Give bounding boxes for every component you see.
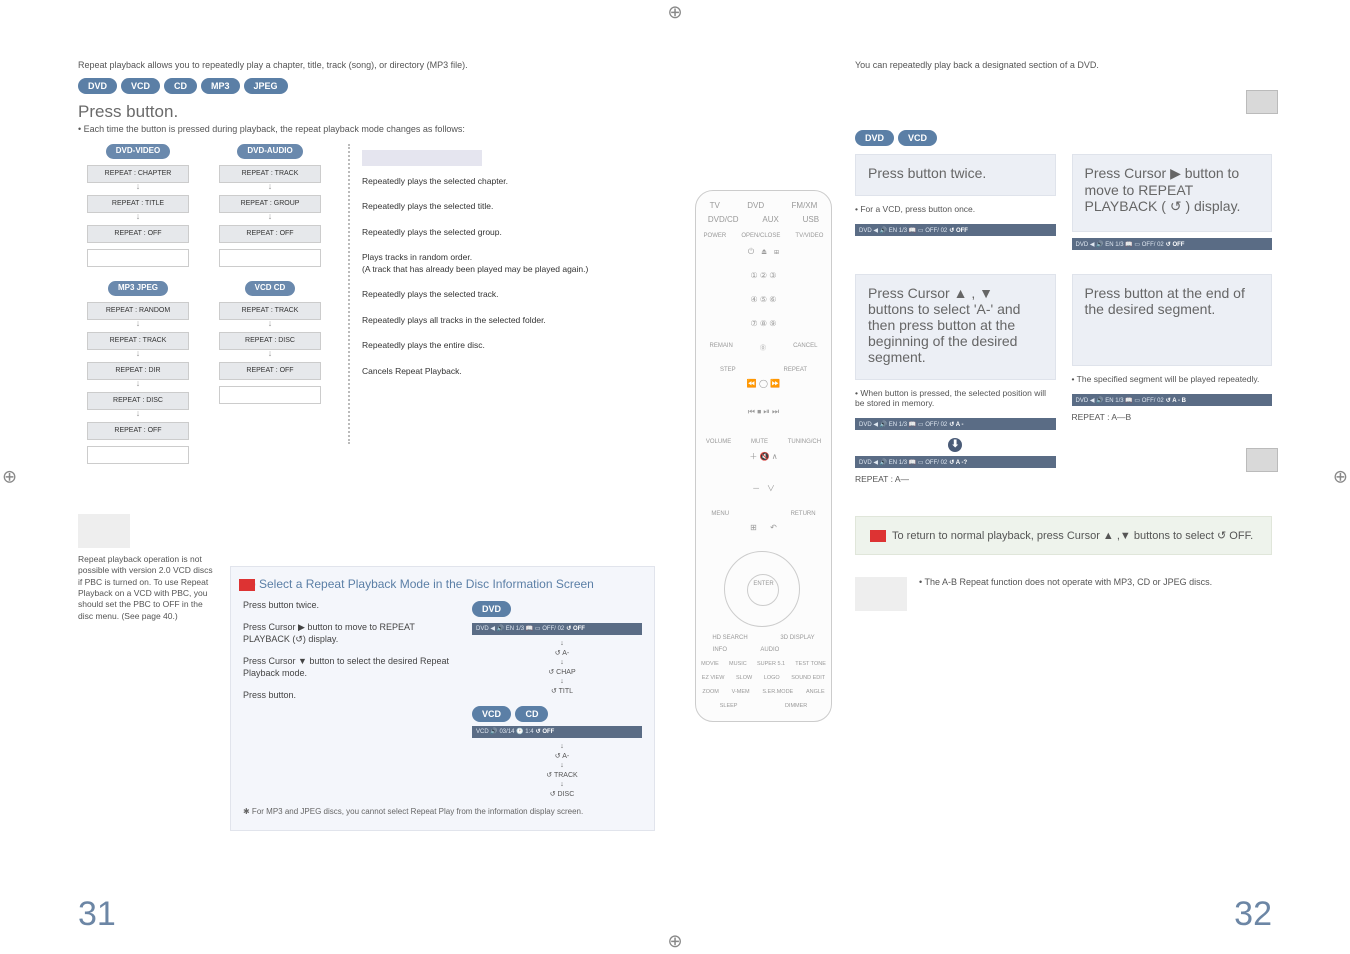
desc-chapter: Repeatedly plays the selected chapter. bbox=[362, 176, 655, 187]
osd-bar-step4: DVD ◀ 🔊 EN 1/3 📖 ▭ OFF/ 02↺ A - B bbox=[1072, 394, 1273, 406]
step-1-title: Press button twice. bbox=[868, 165, 1043, 181]
desc-disc: Repeatedly plays the entire disc. bbox=[362, 340, 655, 351]
step-4-card: Press button at the end of the desired s… bbox=[1072, 274, 1273, 366]
desc-folder: Repeatedly plays all tracks in the selec… bbox=[362, 315, 655, 326]
flow-loop-box bbox=[219, 249, 321, 267]
thumb-tab-2 bbox=[1246, 448, 1278, 472]
pill-mp3: MP3 bbox=[201, 78, 240, 94]
info-footnote: ✱ For MP3 and JPEG discs, you cannot sel… bbox=[243, 807, 642, 816]
osd-pill-dvd: DVD bbox=[472, 601, 511, 617]
step-4-repeat: REPEAT : A—B bbox=[1072, 410, 1273, 428]
note-text: Repeat playback operation is not possibl… bbox=[78, 554, 218, 623]
page-number-31: 31 bbox=[78, 895, 116, 934]
step-3-card: Press Cursor ▲ , ▼ buttons to select 'A-… bbox=[855, 274, 1056, 380]
osd-bar-step2: DVD ◀ 🔊 EN 1/3 📖 ▭ OFF/ 02↺ OFF bbox=[1072, 238, 1273, 250]
info-step-1: Press button twice. bbox=[243, 599, 460, 611]
intro-text-right: You can repeatedly play back a designate… bbox=[855, 60, 1272, 70]
osd-bar-vcd: VCD 🔊 03/14 🕐 1:4↺ OFF bbox=[472, 726, 642, 738]
step-1-sub: • For a VCD, press button once. bbox=[855, 202, 1056, 220]
return-normal-block: To return to normal playback, press Curs… bbox=[855, 516, 1272, 555]
flow-item: REPEAT : OFF bbox=[87, 225, 189, 243]
info-step-4: Press button. bbox=[243, 689, 460, 701]
crop-mark-right: ⊕ bbox=[1333, 467, 1348, 488]
note-icon bbox=[78, 514, 130, 548]
crop-mark-top: ⊕ bbox=[667, 2, 682, 23]
flow-head-dvd-audio: DVD-AUDIO bbox=[237, 144, 302, 159]
flow-head-dvd-video: DVD-VIDEO bbox=[106, 144, 170, 159]
flow-loop-box bbox=[87, 249, 189, 267]
osd-cycle-vcd: ↓↺ A- ↓↺ TRACK ↓↺ DISC bbox=[482, 742, 642, 799]
step-3-title: Press Cursor ▲ , ▼ buttons to select 'A-… bbox=[868, 285, 1043, 365]
osd-bar-step1: DVD ◀ 🔊 EN 1/3 📖 ▭ OFF/ 02↺ OFF bbox=[855, 224, 1056, 236]
flow-loop-box bbox=[87, 446, 189, 464]
info-step-3: Press Cursor ▼ button to select the desi… bbox=[243, 655, 460, 679]
osd-bar-dvd: DVD ◀ 🔊 EN 1/3 📖 ▭ OFF/ 02↺ OFF bbox=[472, 623, 642, 635]
page-32: You can repeatedly play back a designate… bbox=[695, 60, 1272, 914]
desc-random: Plays tracks in random order. (A track t… bbox=[362, 252, 655, 275]
flow-head-mp3-jpeg: MP3 JPEG bbox=[108, 281, 168, 296]
desc-track: Repeatedly plays the selected track. bbox=[362, 289, 655, 300]
intro-text: Repeat playback allows you to repeatedly… bbox=[78, 60, 655, 70]
page-31: Repeat playback allows you to repeatedly… bbox=[78, 60, 655, 914]
flow-item: REPEAT : OFF bbox=[87, 422, 189, 440]
step-4-sub: • The specified segment will be played r… bbox=[1072, 372, 1273, 390]
desc-group: Repeatedly plays the selected group. bbox=[362, 227, 655, 238]
flow-head-vcd-cd: VCD CD bbox=[245, 281, 296, 296]
press-button-heading: Press button. bbox=[78, 102, 655, 122]
desc-cancel: Cancels Repeat Playback. bbox=[362, 366, 655, 377]
osd-cycle-dvd: ↓↺ A- ↓↺ CHAP ↓↺ TITL bbox=[482, 639, 642, 696]
pill-vcd: VCD bbox=[898, 130, 937, 146]
crop-mark-bottom: ⊕ bbox=[667, 931, 682, 952]
pill-jpeg: JPEG bbox=[244, 78, 288, 94]
step-3-sub: • When button is pressed, the selected p… bbox=[855, 386, 1056, 414]
pill-cd: CD bbox=[164, 78, 197, 94]
disc-type-pills-right: DVD VCD bbox=[855, 130, 1272, 146]
note-right-text: • The A-B Repeat function does not opera… bbox=[919, 577, 1212, 587]
step-1-card: Press button twice. bbox=[855, 154, 1056, 196]
desc-heading-bar bbox=[362, 150, 482, 166]
pill-dvd: DVD bbox=[855, 130, 894, 146]
return-normal-text: To return to normal playback, press Curs… bbox=[892, 530, 1253, 542]
flow-item: REPEAT : OFF bbox=[219, 362, 321, 380]
step-4-title: Press button at the end of the desired s… bbox=[1085, 285, 1260, 317]
desc-title: Repeatedly plays the selected title. bbox=[362, 201, 655, 212]
step-2-card: Press Cursor ▶ button to move to REPEAT … bbox=[1072, 154, 1273, 232]
info-panel: To Select a Repeat Playback Mode in the … bbox=[230, 566, 655, 831]
info-title: To Select a Repeat Playback Mode in the … bbox=[243, 577, 642, 591]
osd-bar-step3b: DVD ◀ 🔊 EN 1/3 📖 ▭ OFF/ 02↺ A -? bbox=[855, 456, 1056, 468]
info-step-2: Press Cursor ▶ button to move to REPEAT … bbox=[243, 621, 460, 645]
step-2-title: Press Cursor ▶ button to move to REPEAT … bbox=[1085, 165, 1260, 215]
page-number-32: 32 bbox=[1234, 895, 1272, 934]
flow-loop-box bbox=[219, 386, 321, 404]
pill-dvd: DVD bbox=[78, 78, 117, 94]
press-button-sub: • Each time the button is pressed during… bbox=[78, 124, 655, 134]
pill-vcd: VCD bbox=[121, 78, 160, 94]
thumb-tab bbox=[1246, 90, 1278, 114]
osd-bar-step3a: DVD ◀ 🔊 EN 1/3 📖 ▭ OFF/ 02↺ A - bbox=[855, 418, 1056, 430]
osd-pill-cd: CD bbox=[515, 706, 548, 722]
crop-mark-left: ⊕ bbox=[2, 467, 17, 488]
disc-type-pills: DVD VCD CD MP3 JPEG bbox=[78, 78, 655, 94]
note-right: • The A-B Repeat function does not opera… bbox=[855, 577, 1272, 611]
osd-pill-vcd: VCD bbox=[472, 706, 511, 722]
down-badge: ⬇ bbox=[948, 438, 962, 452]
remote-dpad bbox=[724, 551, 800, 627]
step-3-repeat: REPEAT : A— bbox=[855, 472, 1056, 490]
remote-control-diagram: TVDVDFM/XM DVD/CDAUXUSB POWEROPEN/CLOSET… bbox=[695, 190, 832, 722]
flow-item: REPEAT : OFF bbox=[219, 225, 321, 243]
note-icon bbox=[855, 577, 907, 611]
info-title-text: To Select a Repeat Playback Mode in the … bbox=[243, 577, 594, 591]
